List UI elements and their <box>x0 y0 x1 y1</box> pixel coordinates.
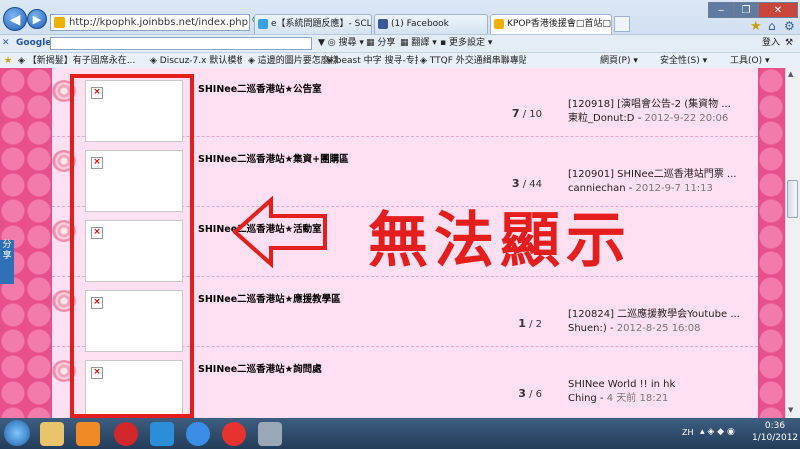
favorite-item[interactable]: ◈ 這邊的圖片要怎麼樣才能... <box>248 53 338 69</box>
share-button[interactable]: 分享 <box>0 240 14 284</box>
last-post-title[interactable]: [120918] [演唱會公告-2 (集資物 ... <box>568 98 748 112</box>
address-bar[interactable]: http://kpophk.joinbbs.net/index.php <box>50 14 250 31</box>
forum-stats: 3 / 44 <box>511 177 542 190</box>
forum-title-link[interactable]: SHINee二巡香港站★詢問處 <box>198 361 322 375</box>
last-post-title[interactable]: [120824] 二巡應援教學会Youtube ... <box>568 308 748 322</box>
favorites-icon[interactable]: ★ <box>4 53 12 69</box>
paint-icon[interactable] <box>258 422 282 446</box>
new-tab-button[interactable] <box>614 16 630 32</box>
explorer-icon[interactable] <box>40 422 64 446</box>
google-search-button[interactable]: ▼ ◎ 搜尋 ▾ <box>318 35 364 51</box>
highlight-box <box>70 74 194 418</box>
google-toolbar: ✕ Google ▼ ◎ 搜尋 ▾ ▦ 分享 ▦ 翻譯 ▾ ▪ 更多設定 ▾ 登… <box>0 34 800 53</box>
google-share-button[interactable]: ▦ 分享 <box>366 35 395 51</box>
forum-title-link[interactable]: SHINee二巡香港站★公告室 <box>198 81 322 95</box>
close-toolbar-icon[interactable]: ✕ <box>2 35 10 51</box>
forward-button[interactable]: ▶ <box>27 9 47 29</box>
tab-kpop[interactable]: KPOP香港後援會□首站□|K... <box>490 14 612 34</box>
clock-date: 1/10/2012 <box>752 433 799 443</box>
tab-icon <box>258 19 268 29</box>
left-arrow-icon <box>233 196 327 268</box>
last-post: [120918] [演唱會公告-2 (集資物 ... 東粒_Donut:D - … <box>568 98 748 126</box>
forum-title-link[interactable]: SHINee二巡香港站★應援教學區 <box>198 291 341 305</box>
clock-time: 0:36 <box>764 421 786 431</box>
last-post-user[interactable]: 東粒_Donut:D <box>568 113 634 124</box>
facebook-icon <box>378 19 388 29</box>
google-more-button[interactable]: ▪ 更多設定 ▾ <box>440 35 492 51</box>
url-text: http://kpophk.joinbbs.net/index.php <box>69 17 248 28</box>
tab-facebook[interactable]: (1) Facebook <box>374 14 488 34</box>
tab-sclub[interactable]: e【系統問題反應】- SCLUB免... <box>254 14 372 34</box>
forum-stats: 3 / 6 <box>518 387 542 400</box>
gear-icon[interactable]: ⚙ <box>784 19 795 33</box>
last-post-user[interactable]: Shuen:) <box>568 323 607 334</box>
favorites-star-icon[interactable]: ★ <box>750 19 762 34</box>
last-post-date: 2012-9-7 11:13 <box>635 183 713 194</box>
start-button[interactable] <box>4 420 30 446</box>
last-post: [120824] 二巡應援教學会Youtube ... Shuen:) - 20… <box>568 308 748 336</box>
last-post-title[interactable]: [120901] SHINee二巡香港站門票 ... <box>568 168 748 182</box>
last-post-title[interactable]: SHINee World !! in hk <box>568 378 748 392</box>
browser-chrome: ◀ ▶ http://kpophk.joinbbs.net/index.php … <box>0 0 800 70</box>
tools-menu[interactable]: 工具(O) ▾ <box>730 53 770 69</box>
media-player-icon[interactable] <box>76 422 100 446</box>
clock[interactable]: 0:36 1/10/2012 <box>752 420 798 444</box>
tab-label: (1) Facebook <box>391 19 449 29</box>
scroll-down-icon[interactable]: ▼ <box>788 406 793 414</box>
tray-icons[interactable]: ▴ ◈ ◆ ◉ <box>700 427 735 437</box>
google-logo: Google <box>16 38 52 48</box>
forum-stats: 1 / 2 <box>518 317 542 330</box>
annotation-text: 無法顯示 <box>368 206 632 276</box>
google-translate-button[interactable]: ▦ 翻譯 ▾ <box>400 35 437 51</box>
last-post-user[interactable]: Ching <box>568 393 597 404</box>
last-post-date: 2012-9-22 20:06 <box>644 113 729 124</box>
vertical-scrollbar[interactable]: ▲ ▼ <box>785 68 800 418</box>
last-post-date: 2012-8-25 16:08 <box>616 323 701 334</box>
close-button[interactable]: ✕ <box>758 2 798 18</box>
kpop-site-icon <box>494 19 504 29</box>
language-indicator[interactable]: ZH <box>682 428 694 437</box>
forum-title-link[interactable]: SHINee二巡香港站★集資+團購區 <box>198 151 349 165</box>
home-icon[interactable]: ⌂ <box>768 19 776 33</box>
wrench-icon[interactable]: ⚒ <box>785 35 793 51</box>
arrow-app-icon[interactable] <box>150 422 174 446</box>
favorite-item[interactable]: ◈ beast 中字 搜寻-专技视频 <box>326 53 418 69</box>
site-favicon-icon <box>54 17 65 28</box>
safety-menu[interactable]: 安全性(S) ▾ <box>660 53 707 69</box>
tab-label: KPOP香港後援會□首站□|K... <box>507 19 611 29</box>
navigation-bar: ◀ ▶ http://kpophk.joinbbs.net/index.php … <box>0 0 800 34</box>
maximize-button[interactable]: ❐ <box>734 2 758 18</box>
taskbar: ZH ▴ ◈ ◆ ◉ <box>0 418 800 449</box>
back-button[interactable]: ◀ <box>3 7 27 31</box>
app-icon[interactable] <box>222 422 246 446</box>
scrollbar-thumb[interactable] <box>787 180 798 218</box>
last-post-date: 4 天前 18:21 <box>606 393 669 404</box>
last-post: SHINee World !! in hk Ching - 4 天前 18:21 <box>568 378 748 406</box>
favorite-item[interactable]: ◈ 【新揭髮】有子固席永在... <box>18 53 144 69</box>
ie-icon[interactable] <box>186 422 210 446</box>
tab-label: e【系統問題反應】- SCLUB免... <box>271 19 372 29</box>
google-login-link[interactable]: 登入 <box>762 35 780 51</box>
forum-stats: 7 / 10 <box>511 107 542 120</box>
favorite-item[interactable]: ◈ Discuz-7.x 默认模板 解说 ... <box>150 53 242 69</box>
google-search-input[interactable] <box>50 37 312 50</box>
right-decor-stripe <box>758 68 785 418</box>
minimize-button[interactable]: ‒ <box>708 2 734 18</box>
favorite-item[interactable]: ◈ TTQF 外交通緝串聯專貼 -... <box>420 53 526 69</box>
page-menu[interactable]: 網頁(P) ▾ <box>600 53 638 69</box>
recorder-icon[interactable] <box>114 422 138 446</box>
scroll-up-icon[interactable]: ▲ <box>788 70 793 78</box>
